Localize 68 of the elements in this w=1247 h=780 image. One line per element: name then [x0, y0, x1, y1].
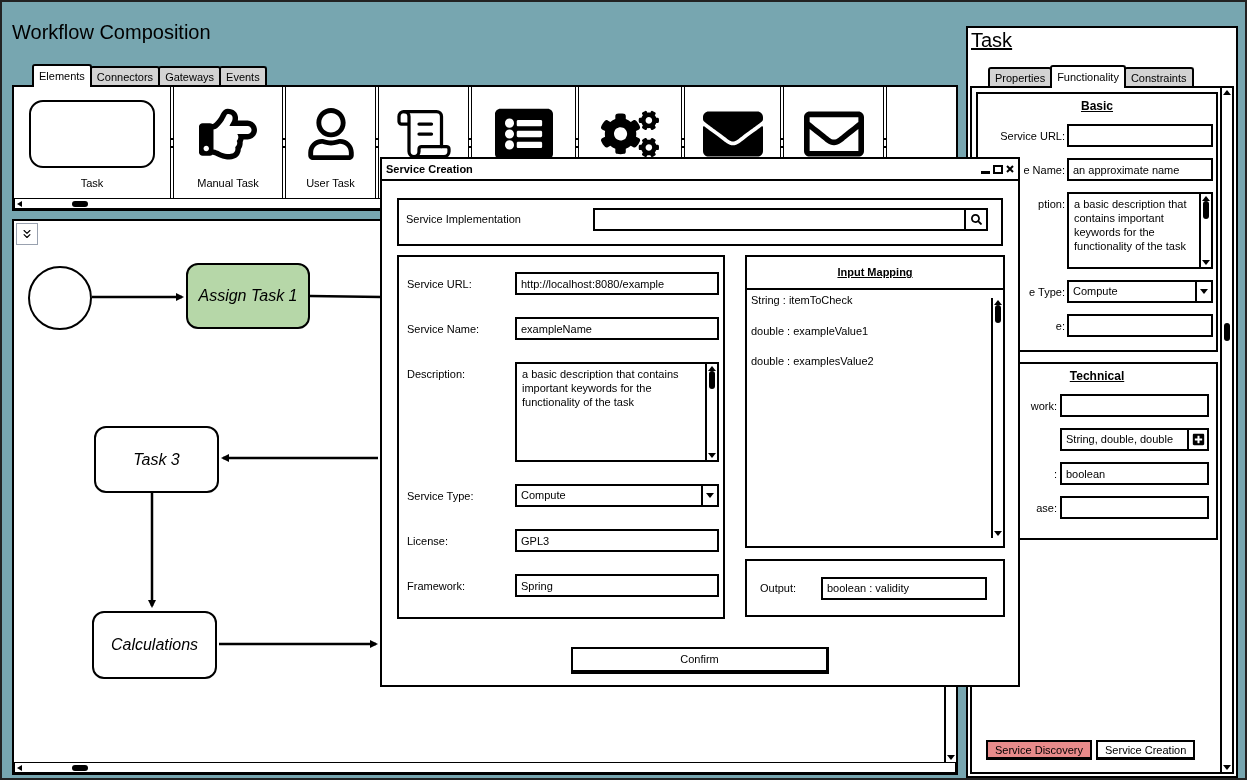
tab[interactable]: Events [219, 66, 267, 87]
chevrons-down-icon [20, 227, 34, 241]
output-field[interactable]: boolean : validity [821, 576, 987, 600]
field-label: Service URL: [407, 278, 472, 290]
palette-item[interactable]: Manual Task [174, 87, 282, 198]
palette-item[interactable]: User Task [286, 87, 375, 198]
text-field[interactable]: boolean [1060, 462, 1209, 485]
task-node: Calculations [92, 611, 217, 679]
close-icon[interactable] [1006, 165, 1014, 173]
field-label: work: [1030, 400, 1057, 412]
dropdown[interactable]: Compute [515, 484, 719, 507]
task-node: Assign Task 1 [186, 263, 310, 329]
start-event [28, 266, 92, 330]
text-field[interactable]: http://localhost:8080/example [515, 272, 719, 295]
add-icon[interactable] [1191, 433, 1205, 446]
text-field[interactable] [1060, 394, 1209, 417]
mapping-item[interactable]: String : itemToCheck [751, 292, 991, 309]
field-label: Output: [760, 580, 798, 596]
type-list-field[interactable]: String, double, double [1060, 428, 1209, 451]
field-label: Service Name: [407, 323, 480, 335]
palette-item[interactable]: Task [14, 87, 170, 198]
task-shape-icon [29, 100, 155, 168]
vertical-scrollbar[interactable] [705, 364, 717, 460]
group-heading: Input Mapping [837, 265, 913, 281]
text-field[interactable]: an approximate name [1067, 158, 1213, 181]
field-label: Service Type: [407, 490, 474, 502]
field-label: Service Implementation [406, 211, 522, 227]
minimize-icon[interactable] [981, 170, 990, 174]
panel-title: Task [970, 28, 1014, 52]
field-label: ption: [1038, 198, 1065, 210]
service-button[interactable]: Service Discovery [986, 740, 1093, 760]
field-label: : [1053, 468, 1057, 480]
field-label: Framework: [407, 580, 466, 592]
field-label: e: [1055, 320, 1065, 332]
field-label: License: [407, 535, 448, 547]
service-button[interactable]: Service Creation [1096, 740, 1196, 760]
tab[interactable]: Functionality [1050, 65, 1126, 88]
vertical-scrollbar[interactable] [991, 298, 1003, 538]
group-heading: Basic [1081, 98, 1113, 115]
mapping-item[interactable]: double : examplesValue2 [751, 353, 991, 370]
search-icon[interactable] [970, 213, 982, 225]
text-field[interactable]: GPL3 [515, 529, 719, 552]
text-field[interactable] [1067, 314, 1213, 337]
confirm-button[interactable]: Confirm [571, 647, 829, 674]
dropdown[interactable]: Compute [1067, 280, 1213, 303]
vertical-scrollbar[interactable] [1199, 194, 1211, 267]
field-label: ase: [1036, 502, 1057, 514]
collapse-button[interactable] [16, 223, 38, 245]
window-title: Workflow Composition [12, 20, 211, 45]
text-field[interactable]: exampleName [515, 317, 719, 340]
tab[interactable]: Elements [32, 64, 92, 87]
description-field[interactable]: a basic description that contains important keywords for the functionality of the task [515, 362, 719, 462]
description-field[interactable]: a basic description that contains important keywords for the functionality of the task [1067, 192, 1213, 269]
field-label: e Name: [1023, 164, 1065, 176]
maximize-icon[interactable] [993, 164, 1003, 174]
vertical-scrollbar[interactable] [1220, 88, 1232, 772]
task-node: Task 3 [94, 426, 219, 493]
group-heading: Technical [1069, 368, 1125, 385]
text-field[interactable] [1060, 496, 1209, 519]
field-label: Description: [407, 368, 466, 380]
text-field[interactable] [1067, 124, 1213, 147]
horizontal-scrollbar[interactable] [14, 762, 956, 773]
text-field[interactable]: Spring [515, 574, 719, 597]
dialog-title: Service Creation [386, 161, 473, 177]
mapping-item[interactable]: double : exampleValue1 [751, 322, 991, 339]
field-label: e Type: [1029, 286, 1065, 298]
field-label: Service URL: [1000, 130, 1065, 142]
search-field[interactable] [593, 207, 988, 231]
